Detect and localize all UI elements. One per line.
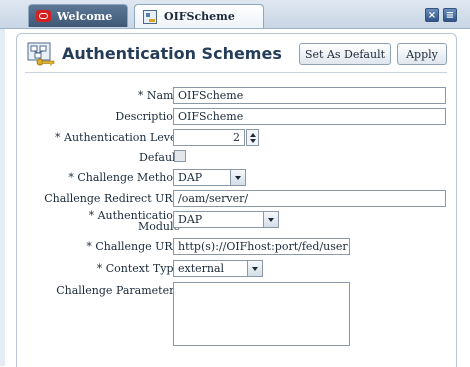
required-marker: * (88, 209, 95, 222)
tab-label: OIFScheme (164, 10, 235, 23)
chevron-down-icon[interactable] (247, 261, 262, 276)
apply-button[interactable]: Apply (397, 43, 447, 65)
context-type-select[interactable]: external (173, 260, 263, 277)
header-divider (25, 72, 447, 73)
challenge-method-label-text: Challenge Method (77, 171, 180, 184)
tab-label: Welcome (57, 9, 113, 23)
required-marker: * (137, 89, 144, 102)
challenge-parameters-row: Challenge Parameters (17, 282, 456, 348)
challenge-parameters-textarea[interactable] (173, 282, 350, 346)
authentication-level-row: * Authentication Level 2 (17, 129, 456, 147)
authentication-module-select[interactable]: DAP (173, 211, 279, 228)
context-type-label: * Context Type (97, 262, 180, 275)
required-marker: * (68, 171, 74, 184)
authentication-level-input[interactable]: 2 (173, 129, 245, 146)
close-tab-icon[interactable]: × (425, 8, 439, 22)
context-type-value: external (178, 262, 225, 275)
challenge-method-row: * Challenge Method DAP (17, 169, 456, 187)
challenge-url-row: * Challenge URL http(s)://OIFhost:port/f… (17, 238, 456, 256)
description-label: Description (115, 110, 180, 123)
chevron-down-icon[interactable] (263, 212, 278, 227)
close-glyph: × (427, 9, 437, 21)
chevron-down-icon[interactable] (230, 170, 245, 185)
authentication-scheme-icon (143, 9, 157, 24)
scheme-panel: Authentication Schemes Set As Default Ap… (16, 33, 457, 367)
authentication-level-spinner[interactable] (246, 129, 259, 146)
description-row: Description OIFScheme (17, 108, 456, 126)
challenge-parameters-label: Challenge Parameters (56, 284, 180, 297)
page-title: Authentication Schemes (62, 44, 282, 63)
challenge-url-label-text: Challenge URL (95, 240, 180, 253)
challenge-method-select[interactable]: DAP (173, 169, 246, 186)
context-type-row: * Context Type external (17, 260, 456, 278)
default-row: Default (17, 149, 456, 167)
required-marker: * (86, 240, 92, 253)
required-marker: * (96, 262, 103, 275)
name-input[interactable]: OIFScheme (173, 87, 446, 104)
tab-strip: Welcome OIFScheme × ≡ (0, 0, 470, 29)
challenge-method-label: * Challenge Method (68, 171, 180, 184)
authentication-level-label-text: Authentication Level (64, 131, 180, 144)
challenge-redirect-url-label: Challenge Redirect URL (44, 192, 180, 205)
challenge-method-value: DAP (178, 171, 203, 184)
tab-menu-icon[interactable]: ≡ (443, 8, 457, 22)
description-input[interactable]: OIFScheme (173, 108, 446, 125)
spin-up-icon[interactable] (250, 133, 256, 137)
left-gutter (0, 28, 5, 366)
challenge-redirect-url-row: Challenge Redirect URL /oam/server/ (17, 190, 456, 208)
authentication-module-row: * Authentication Module DAP (17, 210, 456, 235)
challenge-redirect-url-input[interactable]: /oam/server/ (173, 190, 446, 207)
tab-welcome[interactable]: Welcome (28, 4, 128, 27)
menu-glyph: ≡ (445, 9, 455, 21)
tab-oifscheme[interactable]: OIFScheme (134, 4, 264, 28)
challenge-url-input[interactable]: http(s)://OIFhost:port/fed/user (173, 238, 350, 255)
authentication-scheme-key-icon (27, 42, 55, 66)
spin-down-icon[interactable] (250, 139, 256, 143)
authentication-level-label: * Authentication Level (55, 131, 180, 144)
oracle-icon (36, 10, 51, 22)
authentication-module-value: DAP (178, 213, 203, 226)
context-type-label-text: Context Type (105, 262, 180, 275)
default-checkbox[interactable] (174, 150, 186, 162)
authentication-module-label: * Authentication Module (89, 210, 180, 232)
name-row: * Name OIFScheme (17, 87, 456, 105)
required-marker: * (55, 131, 61, 144)
challenge-url-label: * Challenge URL (86, 240, 180, 253)
set-as-default-button[interactable]: Set As Default (299, 43, 391, 65)
